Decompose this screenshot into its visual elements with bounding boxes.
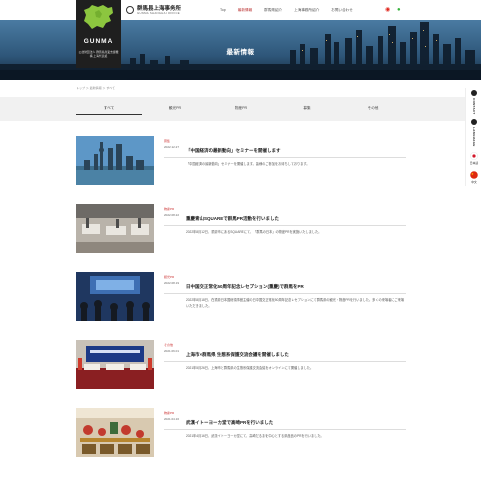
- news-thumbnail[interactable]: [76, 340, 154, 389]
- tab-other[interactable]: その他: [340, 106, 406, 115]
- sns-links: ◉ ●: [385, 7, 409, 13]
- news-description: 「中国経済の最新動向」セミナーを開催します。皆様のご参加をお待ちしております。: [186, 162, 310, 166]
- office-name-en: GUNMA SHANGHAI OFFICE: [137, 11, 180, 15]
- news-description: 2021年4月16日、武漢イトーヨーカ堂にて、高崎だるまを中心とする県産品のPR…: [186, 434, 324, 438]
- news-title[interactable]: 「中国経済の最新動向」セミナーを開催します: [186, 148, 281, 154]
- news-item[interactable]: 物産PR 2022.08.22 重慶青山SQUAREで群馬PR活動を行いました …: [76, 204, 406, 272]
- lang-zh-label: 中文: [471, 180, 477, 185]
- nav-item-office[interactable]: 上海事務所紹介: [294, 8, 319, 13]
- news-item[interactable]: 観光PR 2022.08.19 日中国交正常化50周年記念レセプション(重慶)で…: [76, 272, 406, 340]
- nav-item-contact[interactable]: お問い合わせ: [331, 8, 353, 13]
- brand-subtitle: 公益財団法人 群馬県産業支援機構 上海代表処: [78, 50, 119, 58]
- news-divider: [164, 225, 406, 226]
- news-date: 2022.12.27: [164, 145, 180, 149]
- news-description: 2021年5月26日、上海市と群馬県の生態系保護交流会議をオンラインにて開催しま…: [186, 366, 314, 370]
- globe-icon: [471, 118, 477, 125]
- contact-button[interactable]: CONTACT: [466, 88, 481, 117]
- office-logo-icon: [126, 6, 134, 14]
- tab-recruitment[interactable]: 募集: [274, 106, 340, 115]
- news-divider: [164, 429, 406, 430]
- main-nav: Top 最新情報 群馬県紹介 上海事務所紹介 お問い合わせ: [220, 8, 365, 13]
- news-date: 2022.08.19: [164, 281, 180, 285]
- japan-flag-icon: [470, 152, 478, 161]
- news-title[interactable]: 日中国交正常化50周年記念レセプション(重慶)で群馬をPR: [186, 284, 304, 290]
- language-switcher[interactable]: LANGUAGE: [466, 117, 481, 149]
- china-flag-icon: [470, 171, 478, 179]
- news-description: 2022年8月18日、在重慶日本国総領事館主催の日中国交正常化50周年記念レセプ…: [186, 298, 404, 308]
- wechat-icon[interactable]: ●: [397, 7, 404, 13]
- news-title[interactable]: 重慶青山SQUAREで群馬PR活動を行いました: [186, 216, 279, 222]
- news-item[interactable]: その他 2021.06.01 上海市×群馬県 生態系保護交流会議を開催しました …: [76, 340, 406, 408]
- weibo-icon[interactable]: ◉: [385, 7, 392, 13]
- lang-zh-button[interactable]: 中文: [466, 167, 481, 186]
- nav-item-news[interactable]: 最新情報: [238, 8, 252, 13]
- news-category: 物産PR: [164, 411, 175, 415]
- news-category: 観光PR: [164, 275, 175, 279]
- news-divider: [164, 293, 406, 294]
- mail-icon: [471, 90, 477, 96]
- news-date: 2022.08.22: [164, 213, 180, 217]
- news-thumbnail[interactable]: [76, 408, 154, 457]
- news-thumbnail[interactable]: [76, 136, 154, 185]
- news-title[interactable]: 上海市×群馬県 生態系保護交流会議を開催しました: [186, 352, 289, 358]
- tab-tourism-pr[interactable]: 観光PR: [142, 106, 208, 115]
- news-list: 募集 2022.12.27 「中国経済の最新動向」セミナーを開催します 「中国経…: [76, 136, 406, 476]
- news-thumbnail[interactable]: [76, 204, 154, 253]
- news-item[interactable]: 募集 2022.12.27 「中国経済の最新動向」セミナーを開催します 「中国経…: [76, 136, 406, 204]
- hero-banner: 最新情報: [0, 20, 481, 80]
- news-title[interactable]: 武漢イトーヨーカ堂で高崎PRを行いました: [186, 420, 273, 426]
- language-label: LANGUAGE: [472, 126, 476, 147]
- nav-item-top[interactable]: Top: [220, 8, 226, 13]
- brand-gunma-text: GUNMA: [83, 38, 114, 45]
- breadcrumb[interactable]: トップ ＞ 最新情報 ＞ すべて: [76, 86, 115, 90]
- lang-ja-label: 日本語: [469, 161, 479, 166]
- brand-logo-box[interactable]: GUNMA 公益財団法人 群馬県産業支援機構 上海代表処: [76, 0, 121, 68]
- gunma-map-icon: [84, 5, 113, 29]
- category-tabs: すべて 観光PR 物産PR 募集 その他: [76, 106, 406, 115]
- news-item[interactable]: 物産PR 2021.04.16 武漢イトーヨーカ堂で高崎PRを行いました 202…: [76, 408, 406, 476]
- tab-products-pr[interactable]: 物産PR: [208, 106, 274, 115]
- news-thumbnail[interactable]: [76, 272, 154, 321]
- side-utility-bar: CONTACT LANGUAGE 日本語 中文: [465, 88, 481, 187]
- tab-all[interactable]: すべて: [76, 106, 142, 115]
- news-date: 2021.06.01: [164, 349, 180, 353]
- contact-label: CONTACT: [472, 98, 476, 115]
- site-header: 群馬县上海事务所 GUNMA SHANGHAI OFFICE Top 最新情報 …: [0, 0, 481, 20]
- news-divider: [164, 361, 406, 362]
- nav-item-gunma[interactable]: 群馬県紹介: [264, 8, 282, 13]
- news-category: その他: [164, 343, 174, 347]
- lang-ja-button[interactable]: 日本語: [466, 148, 481, 167]
- news-date: 2021.04.16: [164, 417, 180, 421]
- news-divider: [164, 157, 406, 158]
- news-category: 募集: [164, 139, 171, 143]
- news-description: 2022年8月12日、重慶市にあるSQUAREにて、「群馬の日本」の物産PRを実…: [186, 230, 322, 234]
- page-title: 最新情報: [226, 49, 255, 56]
- news-category: 物産PR: [164, 207, 175, 211]
